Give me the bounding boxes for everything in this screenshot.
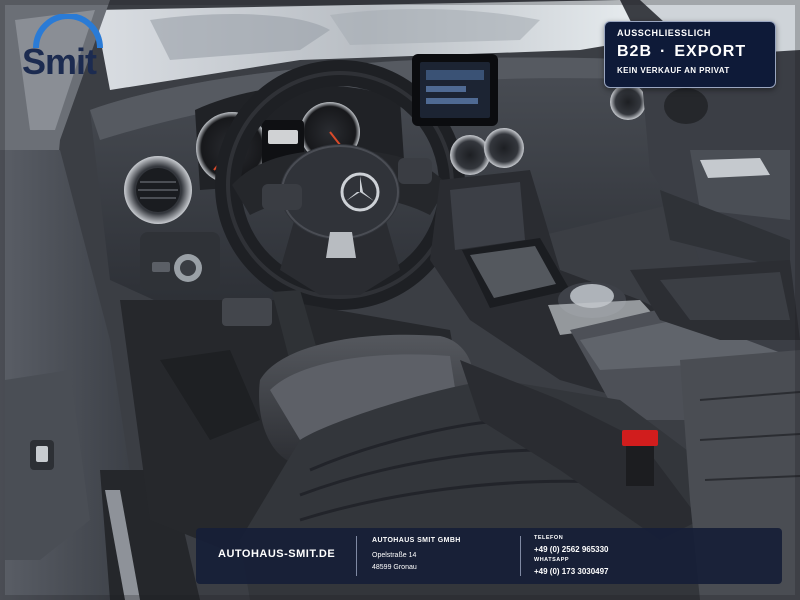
badge-separator: · xyxy=(660,43,667,60)
badge-line-no-private: KEIN VERKAUF AN PRIVAT xyxy=(617,66,730,75)
company-street: Opelstraße 14 xyxy=(372,552,417,559)
footer-divider-1 xyxy=(356,536,357,576)
logo-text: Smit xyxy=(22,41,97,82)
badge-export: EXPORT xyxy=(674,43,747,60)
photo-frame: Smit AUSSCHLIESSLICH B2B · EXPORT KEIN VER… xyxy=(0,0,800,600)
whatsapp-label: WHATSAPP xyxy=(534,557,570,563)
badge-b2b: B2B xyxy=(617,43,653,60)
company-city: 48599 Gronau xyxy=(372,564,417,571)
phone-number[interactable]: +49 (0) 2562 965330 xyxy=(534,545,609,554)
contact-footer-bar: AUTOHAUS-SMIT.DE AUTOHAUS SMIT GMBH Opel… xyxy=(196,528,782,584)
website-link[interactable]: AUTOHAUS-SMIT.DE xyxy=(218,548,335,560)
car-interior-photo xyxy=(0,0,800,600)
footer-divider-2 xyxy=(520,536,521,576)
company-name: AUTOHAUS SMIT GMBH xyxy=(372,537,461,544)
phone-label: TELEFON xyxy=(534,535,564,541)
b2b-export-badge: AUSSCHLIESSLICH B2B · EXPORT KEIN VERKAUF … xyxy=(604,21,776,88)
smit-logo: Smit xyxy=(22,14,114,80)
badge-line-exclusive: AUSSCHLIESSLICH xyxy=(617,28,712,38)
badge-line-b2b-export: B2B · EXPORT xyxy=(617,41,763,63)
whatsapp-number[interactable]: +49 (0) 173 3030497 xyxy=(534,567,609,576)
